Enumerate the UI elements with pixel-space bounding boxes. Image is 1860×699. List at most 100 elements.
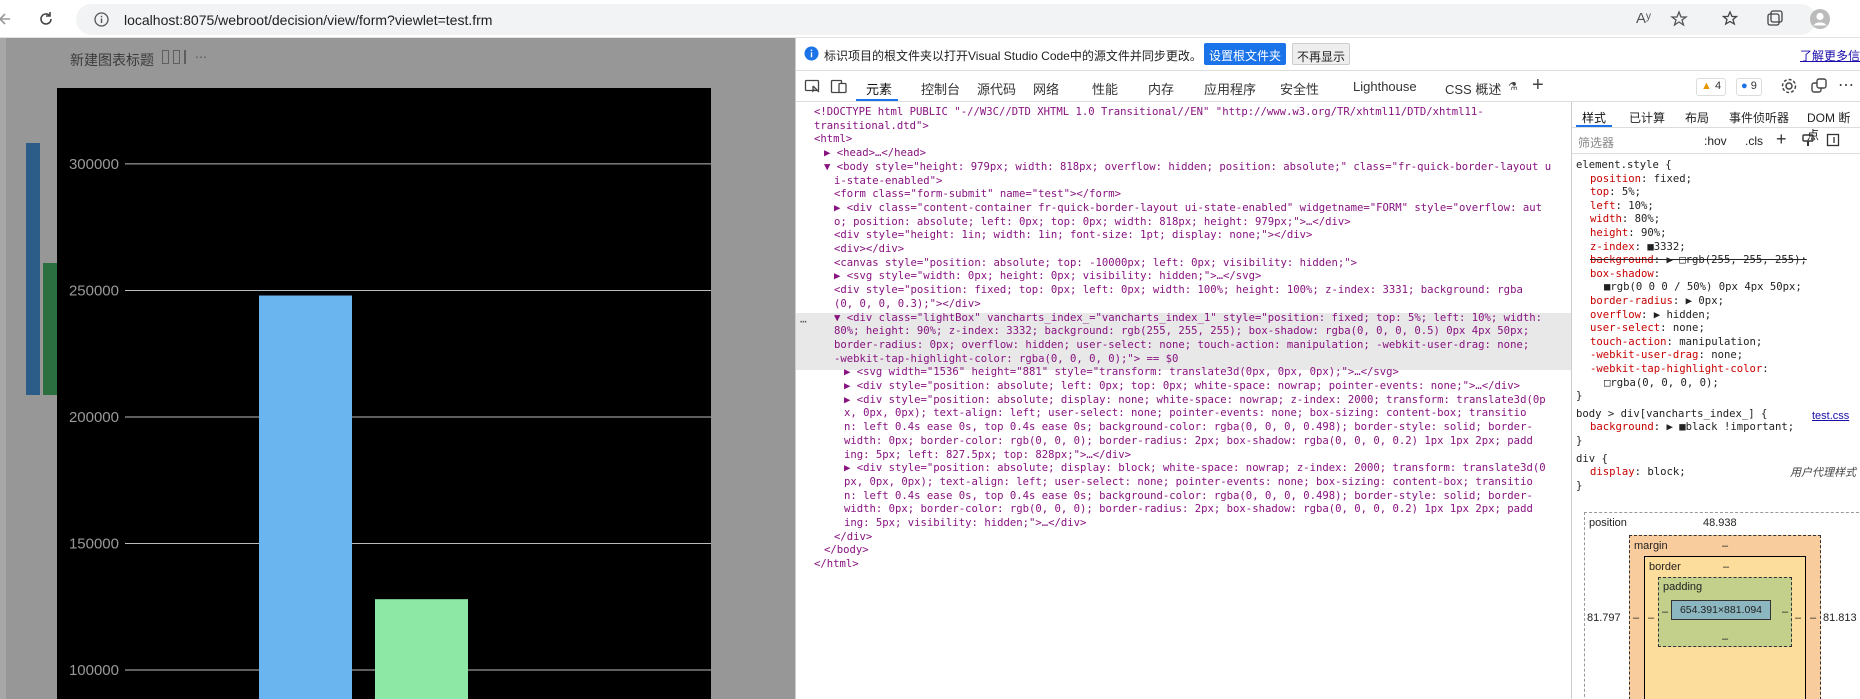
class-toggle[interactable]: .cls (1745, 134, 1763, 148)
reload-icon[interactable] (34, 7, 58, 31)
url-text[interactable]: localhost:8075/webroot/decision/view/for… (124, 12, 492, 28)
settings-gear-icon[interactable] (1780, 77, 1798, 98)
tab-event-listeners[interactable]: 事件侦听器 (1729, 109, 1789, 126)
tab-security[interactable]: 安全性 (1280, 79, 1319, 98)
new-rule-plus-icon[interactable]: + (1776, 129, 1787, 150)
collections-icon[interactable] (1763, 7, 1787, 31)
border-left-value[interactable]: – (1648, 612, 1654, 624)
devtools-tab-bar: 元素 控制台 源代码 网络 性能 内存 应用程序 安全性 Lighthouse … (796, 71, 1860, 102)
border-box: border – – – padding – – – 654.391×881.0… (1644, 556, 1806, 699)
device-toolbar-icon[interactable] (830, 78, 848, 98)
favorites-icon[interactable] (1720, 7, 1744, 31)
tab-css-overview[interactable]: CSS 概述 (1445, 79, 1501, 98)
style-rule-line[interactable]: -webkit-user-drag: none; (1590, 349, 1743, 361)
dom-tree[interactable]: ⋯ <!DOCTYPE html PUBLIC "-//W3C//DTD XHT… (796, 102, 1571, 699)
style-rule-line[interactable]: } (1576, 390, 1582, 402)
dom-code-line[interactable]: <div style="height: 1in; width: 1in; fon… (834, 227, 1312, 243)
style-rule-line[interactable]: } (1576, 480, 1582, 492)
tab-styles[interactable]: 样式 (1582, 109, 1606, 126)
bar-series-2[interactable] (375, 599, 468, 699)
style-rule-line[interactable]: left: 10%; (1590, 200, 1654, 212)
style-rule-line[interactable]: touch-action: manipulation; (1590, 336, 1762, 348)
y-tick-label: 150000 (69, 536, 119, 553)
margin-left-value[interactable]: – (1633, 612, 1639, 624)
tab-computed[interactable]: 已计算 (1629, 109, 1665, 126)
border-label: border (1649, 561, 1681, 573)
user-agent-stylesheet-label: 用户代理样式 (1790, 467, 1856, 479)
border-top-value[interactable]: – (1723, 561, 1729, 573)
position-top-value[interactable]: 48.938 (1703, 517, 1737, 529)
style-rule-line[interactable]: display: block; (1590, 466, 1686, 478)
style-rule-line[interactable]: overflow: ▶ hidden; (1590, 309, 1711, 321)
add-favorite-icon[interactable] (1670, 10, 1690, 33)
padding-left-value[interactable]: – (1662, 606, 1668, 618)
test-css-link[interactable]: test.css (1812, 410, 1849, 422)
warning-icon: ▲ (1701, 80, 1712, 92)
style-rule-line[interactable]: } (1576, 435, 1582, 447)
style-rule-line[interactable]: -webkit-tap-highlight-color: (1590, 363, 1769, 375)
report-page: 新建图表标题 ⋯ 100000 150000 200000 250000 300000 (0, 38, 795, 699)
style-rule-line[interactable]: height: 90%; (1590, 227, 1667, 239)
tab-application[interactable]: 应用程序 (1204, 79, 1256, 98)
styles-filter-input[interactable]: 筛选器 (1578, 134, 1614, 151)
inspect-element-icon[interactable] (804, 78, 821, 98)
tab-lighthouse[interactable]: Lighthouse (1353, 79, 1417, 94)
paint-icon[interactable] (1801, 133, 1815, 150)
style-rule-line[interactable]: div { (1576, 453, 1608, 465)
padding-box: padding – – – 654.391×881.094 (1658, 577, 1792, 647)
info-circle-icon (804, 46, 819, 64)
content-size-value[interactable]: 654.391×881.094 (1680, 604, 1762, 616)
learn-more-link[interactable]: 了解更多信 (1800, 47, 1860, 64)
profile-avatar-icon[interactable] (1808, 7, 1832, 31)
tab-elements[interactable]: 元素 (866, 79, 892, 98)
connect-devices-icon[interactable] (1810, 77, 1828, 98)
messages-badge[interactable]: ● 9 (1736, 78, 1762, 96)
border-right-value[interactable]: – (1795, 612, 1801, 624)
style-rule-line[interactable]: position: fixed; (1590, 173, 1692, 185)
dom-code-line[interactable]: ing: 5px; visibility: hidden;">…</div> (844, 515, 1086, 531)
style-rule-line[interactable]: user-select: none; (1590, 322, 1705, 334)
style-rule-line[interactable]: ■rgb(0 0 0 / 50%) 0px 4px 50px; (1604, 281, 1802, 293)
style-rule-line[interactable]: element.style { (1576, 159, 1672, 171)
style-rule-line[interactable]: body > div[vancharts_index_] { (1576, 408, 1767, 420)
padding-right-value[interactable]: – (1782, 606, 1788, 618)
style-rule-line[interactable]: background: ▶ ■black !important; (1590, 421, 1794, 433)
back-icon[interactable] (0, 7, 18, 31)
padding-bottom-value[interactable]: – (1722, 633, 1728, 645)
computed-sidebar-icon[interactable] (1826, 133, 1840, 150)
padding-label: padding (1663, 581, 1703, 593)
tab-network[interactable]: 网络 (1033, 79, 1059, 98)
warning-count: 4 (1714, 80, 1722, 92)
bar-series-1[interactable] (259, 295, 352, 699)
style-rule-line[interactable]: box-shadow: (1590, 268, 1660, 280)
position-left-value[interactable]: 81.797 (1587, 612, 1621, 624)
chart-lightbox[interactable]: 100000 150000 200000 250000 300000 (57, 88, 711, 699)
style-rule-line[interactable]: width: 80%; (1590, 213, 1660, 225)
position-right-value[interactable]: 81.813 (1823, 612, 1857, 624)
tab-memory[interactable]: 内存 (1148, 79, 1174, 98)
set-root-folder-button[interactable]: 设置根文件夹 (1204, 43, 1287, 65)
margin-top-value[interactable]: – (1722, 540, 1728, 552)
read-aloud-icon[interactable]: Aʸ (1636, 10, 1651, 27)
tab-sources[interactable]: 源代码 (977, 79, 1016, 98)
customize-menu-icon[interactable]: ⋯ (1838, 75, 1854, 95)
address-bar[interactable]: localhost:8075/webroot/decision/view/for… (76, 4, 1816, 35)
tab-console[interactable]: 控制台 (921, 79, 960, 98)
style-rule-line[interactable]: background: ▶ □rgb(255, 255, 255); (1590, 254, 1807, 266)
style-rule-line[interactable]: top: 5%; (1590, 186, 1641, 198)
info-icon[interactable] (94, 12, 109, 30)
more-tabs-plus-icon[interactable]: + (1532, 74, 1544, 97)
devtools-panel: 标识项目的根文件夹以打开Visual Studio Code中的源文件并同步更改… (795, 38, 1860, 699)
dom-code-line[interactable]: </html> (814, 556, 859, 572)
infobar-message: 标识项目的根文件夹以打开Visual Studio Code中的源文件并同步更改… (824, 49, 1202, 63)
style-rule-line[interactable]: □rgba(0, 0, 0, 0); (1604, 377, 1719, 389)
style-rule-line[interactable]: border-radius: ▶ 0px; (1590, 295, 1724, 307)
tab-performance[interactable]: 性能 (1092, 79, 1118, 98)
style-rule-line[interactable]: z-index: ■3332; (1590, 241, 1686, 253)
margin-right-value[interactable]: – (1810, 612, 1816, 624)
warnings-badge[interactable]: ▲ 4 (1696, 78, 1727, 96)
hover-state-toggle[interactable]: :hov (1704, 134, 1727, 148)
dont-show-again-button[interactable]: 不再显示 (1292, 43, 1351, 65)
tab-layout[interactable]: 布局 (1685, 109, 1709, 126)
node-menu-dots-icon[interactable]: ⋯ (800, 314, 807, 330)
